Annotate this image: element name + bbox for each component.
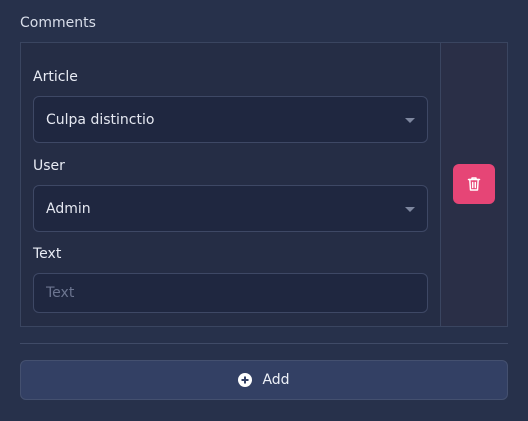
article-label: Article	[33, 69, 78, 85]
text-field[interactable]	[33, 273, 428, 313]
chevron-down-icon	[405, 117, 415, 123]
user-select-value: Admin	[46, 200, 91, 217]
text-label: Text	[33, 246, 62, 262]
delete-comment-button[interactable]	[453, 164, 495, 204]
section-title: Comments	[20, 15, 96, 31]
article-select[interactable]: Culpa distinctio	[33, 96, 428, 143]
comments-editor: Comments Article Culpa distinctio User A…	[0, 0, 528, 421]
add-comment-button[interactable]: Add	[20, 360, 508, 400]
chevron-down-icon	[405, 206, 415, 212]
trash-icon	[467, 177, 481, 191]
section-divider	[20, 343, 508, 344]
text-input[interactable]	[46, 285, 427, 301]
add-button-label: Add	[262, 372, 290, 388]
plus-circle-icon	[238, 373, 253, 387]
user-label: User	[33, 158, 65, 174]
user-select[interactable]: Admin	[33, 185, 428, 232]
article-select-value: Culpa distinctio	[46, 111, 155, 128]
